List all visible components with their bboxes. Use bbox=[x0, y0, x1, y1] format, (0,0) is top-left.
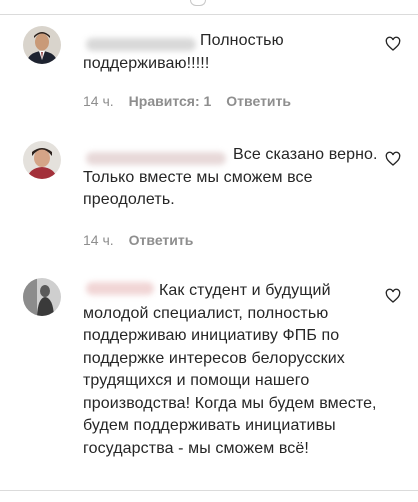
heart-icon[interactable] bbox=[385, 36, 403, 54]
comment-meta: 14 ч. Нравится: 1 Ответить bbox=[83, 93, 291, 109]
comment-meta: 14 ч. Ответить bbox=[83, 232, 193, 248]
partial-icon bbox=[190, 0, 206, 6]
bottom-divider bbox=[0, 490, 418, 491]
avatar[interactable] bbox=[23, 26, 61, 64]
timestamp[interactable]: 14 ч. bbox=[83, 232, 114, 248]
reply-button[interactable]: Ответить bbox=[226, 93, 291, 109]
reply-button[interactable]: Ответить bbox=[129, 232, 194, 248]
top-divider bbox=[0, 14, 418, 15]
avatar[interactable] bbox=[23, 278, 61, 316]
comment-text: Как студент и будущий молодой специалист… bbox=[83, 282, 377, 457]
heart-icon[interactable] bbox=[385, 151, 403, 169]
timestamp[interactable]: 14 ч. bbox=[83, 93, 114, 109]
likes-count[interactable]: Нравится: 1 bbox=[129, 93, 212, 109]
heart-icon[interactable] bbox=[385, 288, 403, 306]
avatar[interactable] bbox=[23, 141, 61, 179]
comment-text: Полностью поддерживаю!!!!! bbox=[83, 32, 284, 72]
comment-text: Все сказано верно. Только вместе мы смож… bbox=[83, 146, 378, 208]
